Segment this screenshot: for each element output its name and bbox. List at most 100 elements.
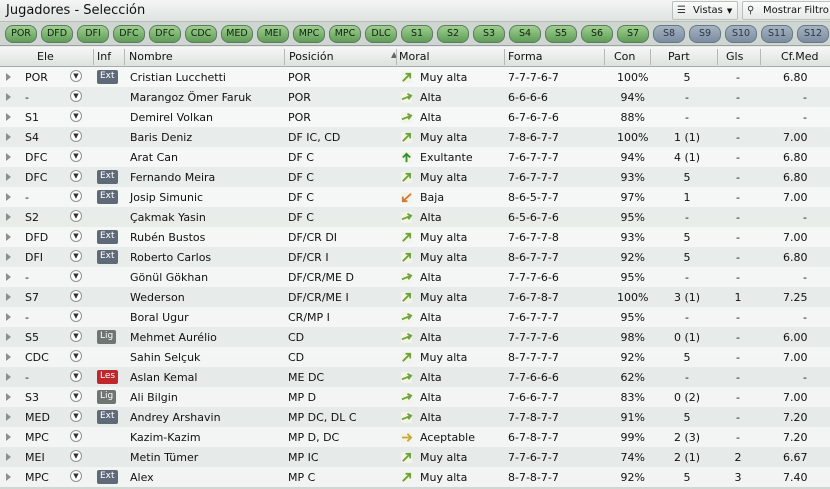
tab-position[interactable]: DFD bbox=[41, 25, 73, 43]
tab-position[interactable]: MED bbox=[221, 25, 253, 43]
tab-position[interactable]: DFC bbox=[149, 25, 181, 43]
expand-arrow-icon[interactable] bbox=[6, 473, 11, 481]
tab-position[interactable]: MPC bbox=[329, 25, 361, 43]
table-row[interactable]: DFI ▼ Ext Roberto Carlos DF/CR I Muy alta 8-6-… bbox=[0, 247, 830, 267]
cell-nombre[interactable]: Arat Can bbox=[130, 151, 178, 164]
tab-position[interactable]: S6 bbox=[581, 25, 613, 43]
cell-ele[interactable]: MED bbox=[25, 411, 50, 424]
tab-position[interactable]: CDC bbox=[185, 25, 217, 43]
expand-arrow-icon[interactable] bbox=[6, 113, 11, 121]
row-menu-chevron-icon[interactable]: ▼ bbox=[70, 290, 82, 302]
col-header-inf[interactable]: Inf bbox=[97, 50, 111, 63]
cell-nombre[interactable]: Josip Simunic bbox=[130, 191, 203, 204]
cell-ele[interactable]: - bbox=[25, 271, 29, 284]
cell-nombre[interactable]: Wederson bbox=[130, 291, 185, 304]
cell-ele[interactable]: S7 bbox=[25, 291, 39, 304]
cell-ele[interactable]: S1 bbox=[25, 111, 39, 124]
cell-nombre[interactable]: Metin Tümer bbox=[130, 451, 198, 464]
expand-arrow-icon[interactable] bbox=[6, 453, 11, 461]
row-menu-chevron-icon[interactable]: ▼ bbox=[70, 250, 82, 262]
cell-nombre[interactable]: Roberto Carlos bbox=[130, 251, 211, 264]
table-row[interactable]: MPC ▼ Kazim-Kazim MP D, DC Aceptable 6-7-8-7-… bbox=[0, 427, 830, 447]
table-row[interactable]: - ▼ Ext Josip Simunic DF C Baja 8-6-5-7-7 97% 1 -… bbox=[0, 187, 830, 207]
cell-nombre[interactable]: Andrey Arshavin bbox=[130, 411, 221, 424]
table-row[interactable]: S3 ▼ Lig Ali Bilgin MP D Alta 7-6-6-7-7 83% 0 (2… bbox=[0, 387, 830, 407]
expand-arrow-icon[interactable] bbox=[6, 433, 11, 441]
tab-position[interactable]: S7 bbox=[617, 25, 649, 43]
cell-nombre[interactable]: Ali Bilgin bbox=[130, 391, 178, 404]
row-menu-chevron-icon[interactable]: ▼ bbox=[70, 330, 82, 342]
cell-ele[interactable]: MEI bbox=[25, 451, 45, 464]
table-row[interactable]: MEI ▼ Metin Tümer MP IC Muy alta 7-7-6-7-7 74%… bbox=[0, 447, 830, 467]
tab-position[interactable]: S2 bbox=[437, 25, 469, 43]
tab-position[interactable]: S5 bbox=[545, 25, 577, 43]
expand-arrow-icon[interactable] bbox=[6, 353, 11, 361]
cell-ele[interactable]: DFD bbox=[25, 231, 48, 244]
cell-nombre[interactable]: Kazim-Kazim bbox=[130, 431, 201, 444]
expand-arrow-icon[interactable] bbox=[6, 173, 11, 181]
table-row[interactable]: S7 ▼ Wederson DF/CR/ME I Muy alta 7-6-7-8-7 10… bbox=[0, 287, 830, 307]
row-menu-chevron-icon[interactable]: ▼ bbox=[70, 390, 82, 402]
show-filter-button[interactable]: ⚲ Mostrar Filtro bbox=[742, 1, 830, 20]
expand-arrow-icon[interactable] bbox=[6, 193, 11, 201]
row-menu-chevron-icon[interactable]: ▼ bbox=[70, 370, 82, 382]
col-header-con[interactable]: Con bbox=[614, 50, 635, 63]
cell-ele[interactable]: - bbox=[25, 371, 29, 384]
col-header-part[interactable]: Part bbox=[668, 50, 690, 63]
expand-arrow-icon[interactable] bbox=[6, 253, 11, 261]
expand-arrow-icon[interactable] bbox=[6, 73, 11, 81]
expand-arrow-icon[interactable] bbox=[6, 333, 11, 341]
row-menu-chevron-icon[interactable]: ▼ bbox=[70, 150, 82, 162]
expand-arrow-icon[interactable] bbox=[6, 213, 11, 221]
tab-position[interactable]: S12 bbox=[797, 25, 829, 43]
row-menu-chevron-icon[interactable]: ▼ bbox=[70, 270, 82, 282]
expand-arrow-icon[interactable] bbox=[6, 233, 11, 241]
expand-arrow-icon[interactable] bbox=[6, 133, 11, 141]
cell-ele[interactable]: S3 bbox=[25, 391, 39, 404]
col-header-cfmed[interactable]: Cf.Med bbox=[781, 50, 819, 63]
row-menu-chevron-icon[interactable]: ▼ bbox=[70, 90, 82, 102]
tab-position[interactable]: S1 bbox=[401, 25, 433, 43]
tab-position[interactable]: MEI bbox=[257, 25, 289, 43]
table-row[interactable]: S4 ▼ Baris Deniz DF IC, CD Muy alta 7-8-6-7-7… bbox=[0, 127, 830, 147]
cell-nombre[interactable]: Sahin Selçuk bbox=[130, 351, 200, 364]
row-menu-chevron-icon[interactable]: ▼ bbox=[70, 230, 82, 242]
cell-nombre[interactable]: Demirel Volkan bbox=[130, 111, 213, 124]
cell-ele[interactable]: S4 bbox=[25, 131, 39, 144]
cell-ele[interactable]: DFI bbox=[25, 251, 43, 264]
col-header-posicion[interactable]: Posición bbox=[289, 50, 334, 63]
col-header-moral[interactable]: Moral bbox=[399, 50, 430, 63]
table-row[interactable]: DFD ▼ Ext Rubén Bustos DF/CR DI Muy alta 7-6-7… bbox=[0, 227, 830, 247]
views-button[interactable]: ☰ Vistas ▼ bbox=[672, 1, 738, 20]
row-menu-chevron-icon[interactable]: ▼ bbox=[70, 210, 82, 222]
cell-ele[interactable]: MPC bbox=[25, 471, 49, 484]
tab-position[interactable]: S4 bbox=[509, 25, 541, 43]
cell-ele[interactable]: DFC bbox=[25, 171, 47, 184]
tab-position[interactable]: DFC bbox=[113, 25, 145, 43]
tab-position[interactable]: POR bbox=[5, 25, 37, 43]
table-row[interactable]: - ▼ Les Aslan Kemal ME DC Alta 7-7-6-6-6 62% - - - bbox=[0, 367, 830, 387]
cell-nombre[interactable]: Baris Deniz bbox=[130, 131, 192, 144]
expand-arrow-icon[interactable] bbox=[6, 93, 11, 101]
table-row[interactable]: - ▼ Boral Ugur CR/MP I Alta 7-6-7-7-7 95% - - - bbox=[0, 307, 830, 327]
row-menu-chevron-icon[interactable]: ▼ bbox=[70, 110, 82, 122]
cell-nombre[interactable]: Çakmak Yasin bbox=[130, 211, 206, 224]
row-menu-chevron-icon[interactable]: ▼ bbox=[70, 450, 82, 462]
row-menu-chevron-icon[interactable]: ▼ bbox=[70, 310, 82, 322]
cell-ele[interactable]: - bbox=[25, 91, 29, 104]
col-header-ele[interactable]: Ele bbox=[37, 50, 54, 63]
table-row[interactable]: - ▼ Marangoz Ömer Faruk POR Alta 6-6-6-6 94% - -… bbox=[0, 87, 830, 107]
table-row[interactable]: MPC ▼ Ext Alex MP C Muy alta 8-7-8-7-7 92% 5 3 7.4… bbox=[0, 467, 830, 487]
cell-nombre[interactable]: Mehmet Aurélio bbox=[130, 331, 217, 344]
tab-position[interactable]: S8 bbox=[653, 25, 685, 43]
table-row[interactable]: DFC ▼ Ext Fernando Meira DF C Muy alta 7-6-7-7… bbox=[0, 167, 830, 187]
cell-ele[interactable]: DFC bbox=[25, 151, 47, 164]
col-header-forma[interactable]: Forma bbox=[508, 50, 542, 63]
row-menu-chevron-icon[interactable]: ▼ bbox=[70, 170, 82, 182]
table-row[interactable]: S2 ▼ Çakmak Yasin DF C Alta 6-5-6-7-6 95% - - - bbox=[0, 207, 830, 227]
cell-ele[interactable]: S5 bbox=[25, 331, 39, 344]
row-menu-chevron-icon[interactable]: ▼ bbox=[70, 350, 82, 362]
expand-arrow-icon[interactable] bbox=[6, 313, 11, 321]
tab-position[interactable]: MPC bbox=[293, 25, 325, 43]
expand-arrow-icon[interactable] bbox=[6, 153, 11, 161]
